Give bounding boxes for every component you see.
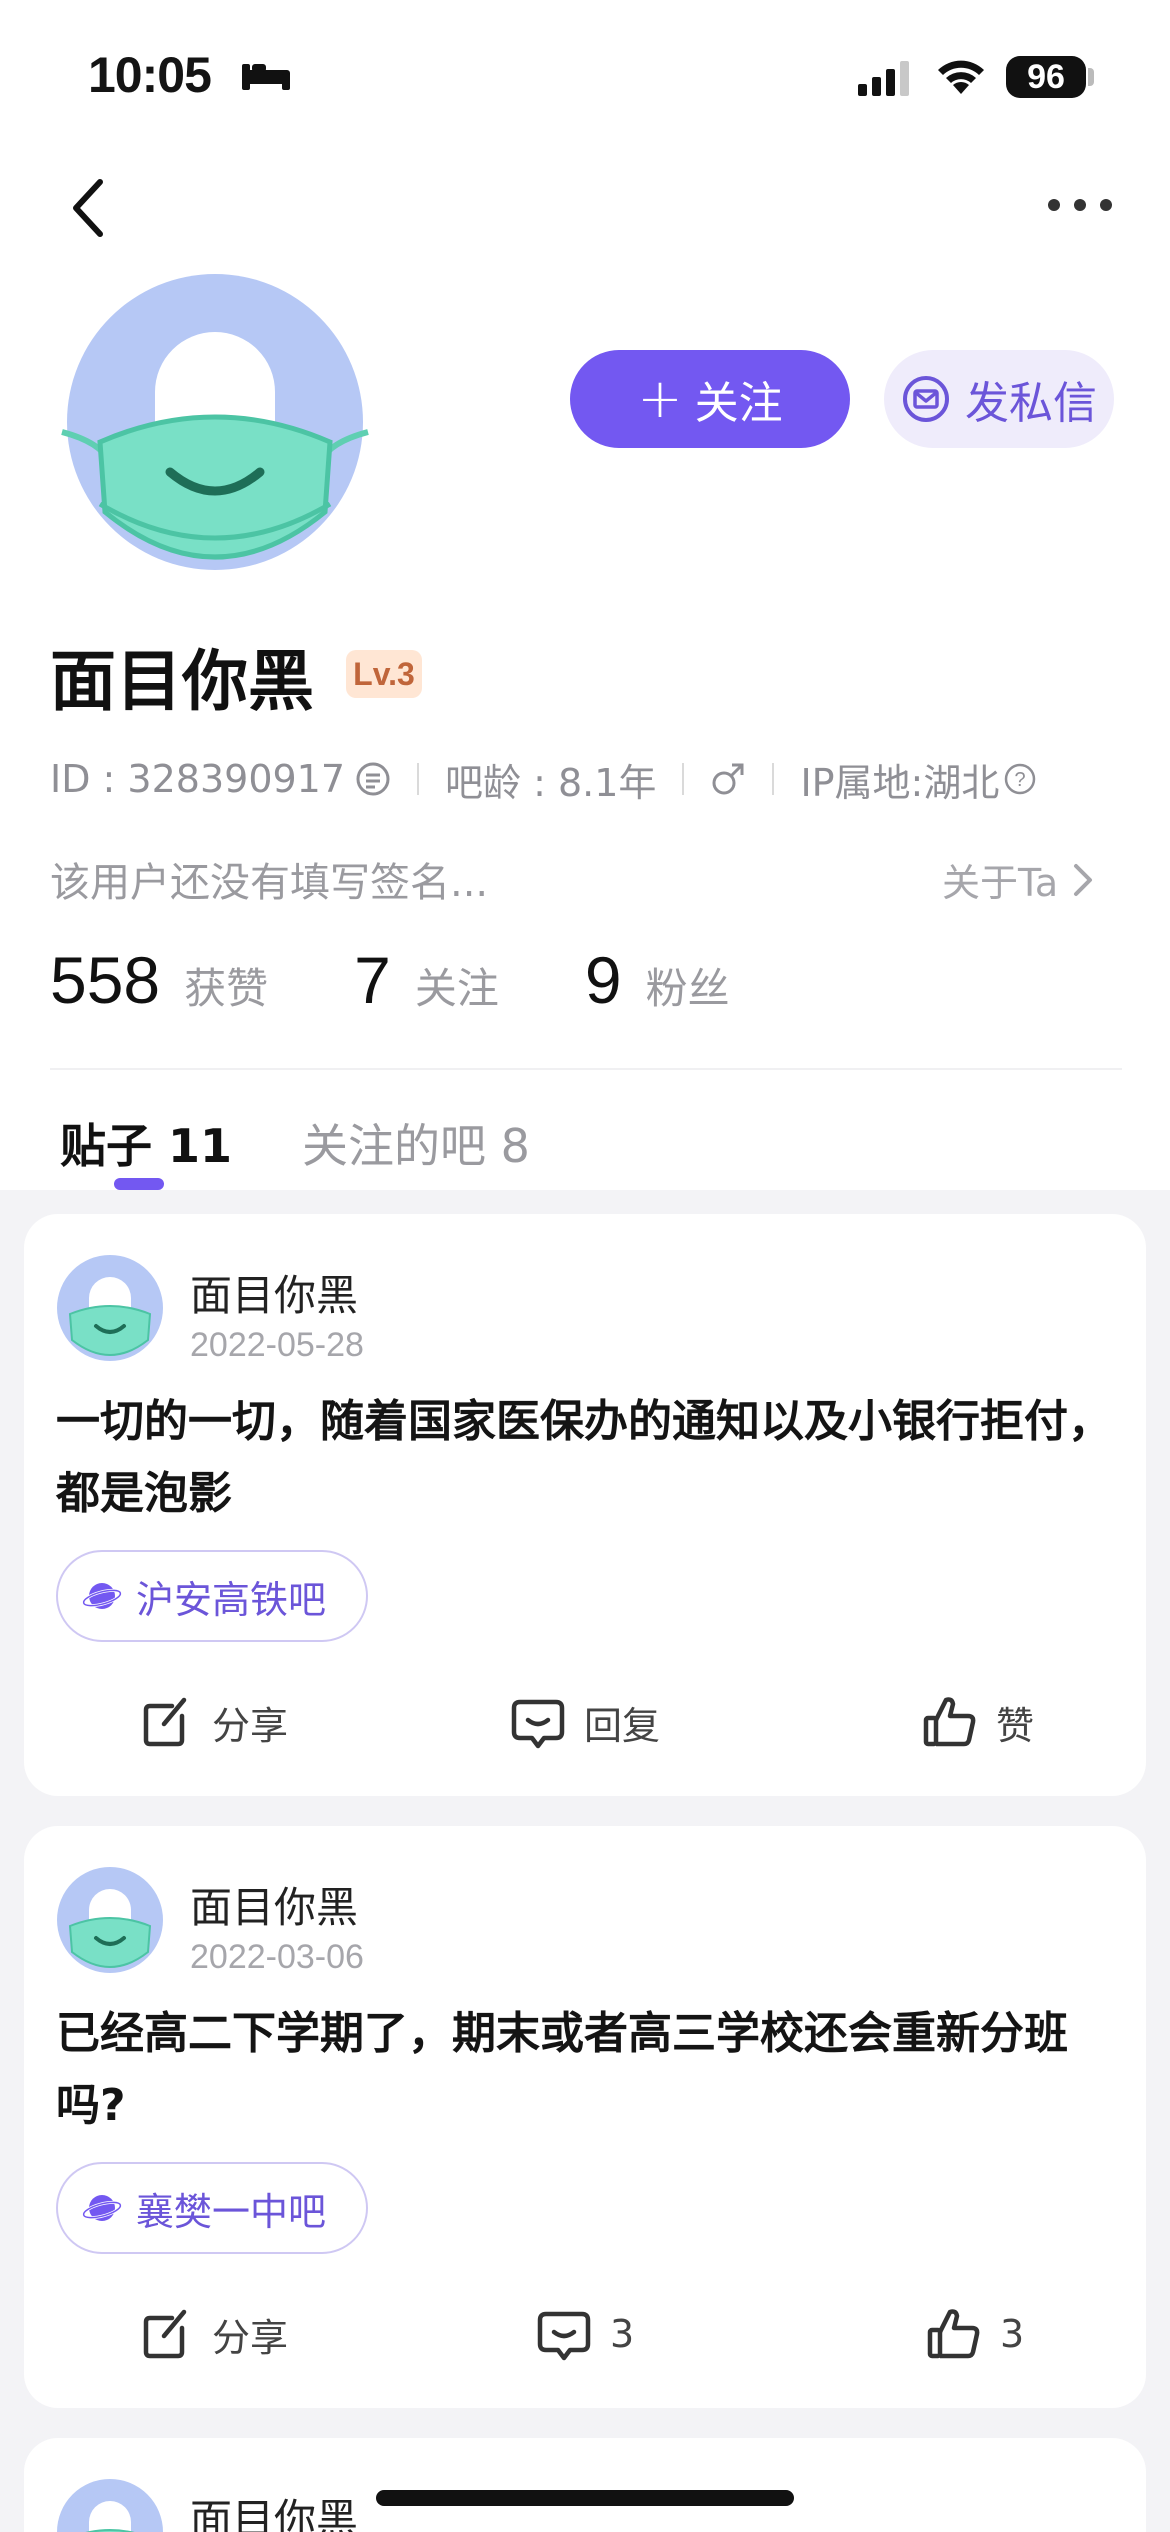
post-author[interactable]: 面目你黑 [190,1262,358,1323]
post-actions: 分享 3 3 [24,2294,1146,2374]
plus-icon: + [637,367,683,430]
stat-label: 粉丝 [645,964,730,1013]
profile-tabs: 贴子 11 关注的吧 8 [60,1110,530,1176]
status-bar: 10:05 96 [0,0,1170,150]
post-date: 2022-03-06 [190,1938,364,1976]
post-author-avatar[interactable] [56,2478,164,2532]
copy-id-icon[interactable] [355,761,391,797]
help-question-icon[interactable]: ? [1003,762,1037,796]
stat-number: 9 [584,943,622,1017]
share-label: 分享 [212,1703,289,1748]
meta-divider [417,763,420,795]
stat-label: 关注 [414,964,499,1013]
tab-followed-forums[interactable]: 关注的吧 8 [302,1110,530,1176]
profile-avatar[interactable] [60,272,370,582]
stat-label: 获赞 [184,964,269,1013]
post-card[interactable]: 面目你黑 2022-05-28 一切的一切，随着国家医保办的通知以及小银行拒付，… [24,1214,1146,1796]
post-date: 2022-05-28 [190,1326,364,1364]
post-author[interactable]: 面目你黑 [190,2486,358,2532]
level-badge: Lv.3 [346,650,422,698]
comment-icon [537,2311,591,2361]
battery-indicator: 96 [1006,56,1086,98]
stat-fans[interactable]: 9 粉丝 [585,942,730,1018]
profile-signature: 该用户还没有填写签名... [50,860,489,906]
forum-name: 襄樊一中吧 [136,2189,327,2234]
post-card[interactable]: 面目你黑 2022-03-06 已经高二下学期了，期末或者高三学校还会重新分班吗… [24,1826,1146,2408]
post-text[interactable]: 已经高二下学期了，期末或者高三学校还会重新分班吗? [56,1998,1116,2142]
post-author-avatar[interactable] [56,1254,164,1362]
post-text[interactable]: 一切的一切，随着国家医保办的通知以及小银行拒付，都是泡影 [56,1386,1116,1530]
battery-nub [1088,68,1094,86]
share-button[interactable]: 分享 [136,1682,288,1762]
sleep-focus-icon [242,64,290,90]
ip-location: IP属地:湖北 [800,760,1000,805]
forum-tag[interactable]: 沪安高铁吧 [56,1550,369,1642]
reply-label: 回复 [584,1703,661,1748]
follow-label: 关注 [694,378,783,429]
follow-button[interactable]: + 关注 [570,350,850,448]
stat-number: 558 [50,943,161,1017]
section-divider [50,1068,1122,1070]
chevron-right-icon [1074,863,1093,896]
share-icon [143,2309,187,2359]
post-feed[interactable]: 面目你黑 2022-05-28 一切的一切，随着国家医保办的通知以及小银行拒付，… [0,1190,1170,2532]
account-age: 吧龄 : 8.1年 [445,760,657,805]
like-button[interactable]: 3 [924,2294,1024,2374]
share-button[interactable]: 分享 [136,2294,288,2374]
cellular-signal-icon [858,61,909,96]
forum-name: 沪安高铁吧 [136,1577,327,1622]
meta-divider [772,763,775,795]
post-actions: 分享 回复 赞 [24,1682,1146,1762]
reply-button[interactable]: 回复 [508,1682,660,1762]
like-count: 3 [1000,2312,1025,2356]
direct-message-button[interactable]: 发私信 [884,350,1114,448]
meta-divider [682,763,685,795]
home-indicator[interactable] [376,2490,794,2506]
status-time: 10:05 [88,47,212,103]
post-author-avatar[interactable] [56,1866,164,1974]
more-options-icon[interactable] [1040,180,1120,230]
stat-likes[interactable]: 558 获赞 [50,942,268,1018]
stat-number: 7 [354,943,391,1017]
like-button[interactable]: 赞 [920,1682,1034,1762]
profile-stats: 558 获赞 7 关注 9 粉丝 [50,942,816,1018]
post-author[interactable]: 面目你黑 [190,1874,358,1935]
profile-username: 面目你黑 [50,643,314,720]
dm-label: 发私信 [965,378,1097,429]
message-icon [903,376,949,422]
reply-count: 3 [610,2312,635,2356]
svg-text:?: ? [1015,769,1026,791]
forum-tag[interactable]: 襄樊一中吧 [56,2162,369,2254]
profile-meta-row: ID : 328390917 吧龄 : 8.1年 IP属地:湖北 ? [50,752,1037,806]
wifi-icon [938,60,984,94]
back-chevron-icon[interactable] [60,168,120,248]
forum-planet-icon [82,1583,122,1609]
about-link[interactable]: 关于Ta [942,852,1096,907]
forum-planet-icon [82,2195,122,2221]
thumbs-up-icon [927,2309,980,2359]
share-label: 分享 [212,2315,289,2360]
male-gender-icon [712,763,744,795]
like-label: 赞 [996,1703,1035,1748]
stat-following[interactable]: 7 关注 [354,942,499,1018]
tab-posts[interactable]: 贴子 11 [60,1110,232,1176]
active-tab-indicator [114,1178,164,1190]
user-id: ID : 328390917 [50,757,346,801]
thumbs-up-icon [923,1697,976,1747]
post-card[interactable]: 面目你黑 [24,2438,1146,2532]
reply-button[interactable]: 3 [534,2294,634,2374]
comment-icon [511,1699,565,1749]
share-icon [143,1697,187,1747]
about-label: 关于Ta [942,861,1059,905]
